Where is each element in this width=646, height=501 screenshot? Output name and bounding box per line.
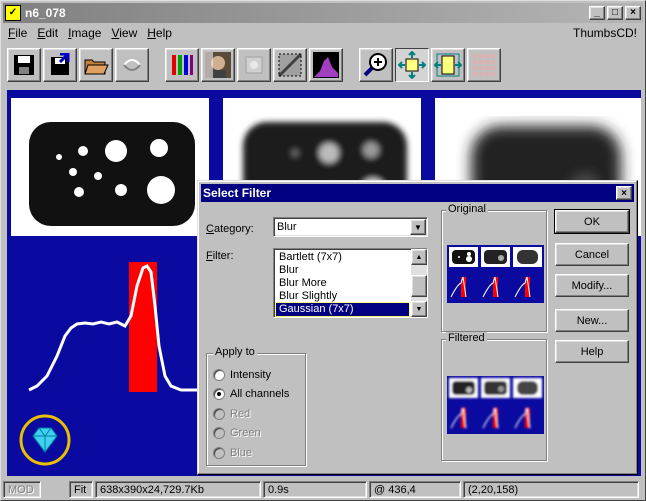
save-button[interactable] <box>7 48 41 82</box>
filter-label: Filter: <box>206 250 234 262</box>
filtered-preview <box>447 376 544 434</box>
dialog-title: Select Filter <box>203 186 272 200</box>
radio-red: Red <box>213 408 250 420</box>
category-combo[interactable]: Blur ▼ <box>273 217 428 237</box>
gem-logo-icon <box>19 414 71 466</box>
filter-option[interactable]: Blur More <box>276 277 409 290</box>
window-title: n6_078 <box>25 6 66 20</box>
menu-bar: File Edit Image View Help ThumbsCD! <box>3 24 643 42</box>
filter-option[interactable]: Bartlett (7x7) <box>276 251 409 264</box>
status-image-info: 638x390x24,729.7Kb <box>95 481 261 498</box>
select-filter-dialog: Select Filter × Category: Blur ▼ Filter:… <box>197 180 638 475</box>
filter-scrollbar[interactable]: ▲ ▼ <box>411 249 427 317</box>
title-bar[interactable]: ✓ n6_078 _ □ × <box>3 3 643 23</box>
maximize-button[interactable]: □ <box>607 6 623 20</box>
portrait-button[interactable] <box>201 48 235 82</box>
original-preview <box>447 245 544 303</box>
original-preview-group: Original <box>441 203 547 332</box>
save-as-icon <box>51 53 70 75</box>
histogram-button[interactable] <box>309 48 343 82</box>
cancel-button[interactable]: Cancel <box>555 243 629 266</box>
disabled-tool-icon <box>245 56 263 74</box>
fit-window-button[interactable] <box>395 48 429 82</box>
open-button[interactable] <box>79 48 113 82</box>
histogram-icon <box>313 52 339 78</box>
close-button[interactable]: × <box>625 6 641 20</box>
thumbnail-grid-icon <box>473 54 495 76</box>
scroll-thumb[interactable] <box>411 275 427 297</box>
radio-button[interactable] <box>213 388 225 400</box>
fit-window-icon <box>398 51 426 79</box>
menu-edit[interactable]: Edit <box>32 26 63 40</box>
phantom-image-sharp <box>29 122 195 226</box>
filtered-preview-group: Filtered <box>441 332 547 461</box>
fit-width-icon <box>434 53 462 77</box>
filter-listbox[interactable]: Bartlett (7x7) Blur Blur More Blur Sligh… <box>273 248 428 318</box>
portrait-icon <box>205 52 231 78</box>
menu-image[interactable]: Image <box>63 26 106 40</box>
zoom-in-icon <box>363 53 387 77</box>
profile-curve <box>28 264 197 392</box>
intensity-profile-plot <box>19 262 197 466</box>
save-as-button[interactable] <box>43 48 77 82</box>
toolbar <box>3 44 643 86</box>
revert-button[interactable] <box>115 48 149 82</box>
filtered-label: Filtered <box>446 332 487 344</box>
save-icon <box>14 55 34 75</box>
colors-button[interactable] <box>165 48 199 82</box>
category-label: Category: <box>206 223 254 235</box>
app-icon[interactable]: ✓ <box>5 5 21 21</box>
radio-green: Green <box>213 427 261 439</box>
disabled-tool-button[interactable] <box>237 48 271 82</box>
color-pencils-icon <box>172 55 193 75</box>
radio-button[interactable] <box>213 369 225 381</box>
radio-button <box>213 447 225 459</box>
menu-thumbscd[interactable]: ThumbsCD! <box>568 26 643 40</box>
status-coords: @ 436,4 <box>369 481 461 498</box>
new-button[interactable]: New... <box>555 309 629 332</box>
radio-button <box>213 427 225 439</box>
menu-file[interactable]: File <box>3 26 32 40</box>
dialog-title-bar[interactable]: Select Filter × <box>201 184 634 202</box>
chevron-down-icon[interactable]: ▼ <box>410 219 426 235</box>
original-label: Original <box>446 203 488 215</box>
apply-to-title: Apply to <box>213 346 257 358</box>
filter-option-selected[interactable]: Gaussian (7x7) <box>275 302 410 317</box>
radio-button <box>213 408 225 420</box>
select-region-icon <box>277 52 303 78</box>
revert-icon <box>123 59 141 71</box>
menu-view[interactable]: View <box>106 26 142 40</box>
status-mode: MOD <box>3 481 41 498</box>
apply-to-group: Apply to Intensity All channels Red Gree… <box>206 346 306 466</box>
open-folder-icon <box>84 59 109 75</box>
minimize-button[interactable]: _ <box>589 6 605 20</box>
phantom-frame-sharp <box>11 98 209 236</box>
status-fit: Fit <box>69 481 93 498</box>
thumbnail-grid-button[interactable] <box>467 48 501 82</box>
zoom-in-button[interactable] <box>359 48 393 82</box>
dialog-close-button[interactable]: × <box>616 186 632 200</box>
select-region-button[interactable] <box>273 48 307 82</box>
status-pixel: (2,20,158) <box>463 481 639 498</box>
fit-width-button[interactable] <box>431 48 465 82</box>
status-bar: MOD Fit 638x390x24,729.7Kb 0.9s @ 436,4 … <box>3 480 643 499</box>
filter-option[interactable]: Blur Slightly <box>276 290 409 303</box>
status-time: 0.9s <box>263 481 367 498</box>
filter-option[interactable]: Blur <box>276 264 409 277</box>
modify-button[interactable]: Modify... <box>555 274 629 297</box>
radio-all-channels[interactable]: All channels <box>213 388 289 400</box>
ok-button[interactable]: OK <box>554 209 630 234</box>
category-value: Blur <box>277 221 297 233</box>
scroll-down-icon[interactable]: ▼ <box>411 301 427 317</box>
help-button[interactable]: Help <box>555 340 629 363</box>
radio-blue: Blue <box>213 447 252 459</box>
scroll-up-icon[interactable]: ▲ <box>411 249 427 265</box>
radio-intensity[interactable]: Intensity <box>213 369 271 381</box>
menu-help[interactable]: Help <box>142 26 177 40</box>
